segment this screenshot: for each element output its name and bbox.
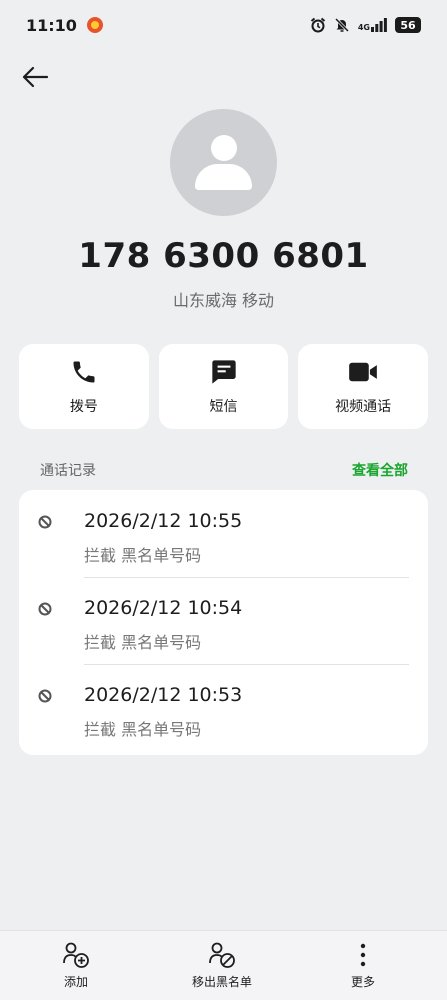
blocked-icon [38,602,52,616]
remove-block-icon [209,942,235,968]
phone-number: 178 6300 6801 [78,236,369,276]
signal-icon: 4G [358,18,387,32]
video-call-label: 视频通话 [335,398,392,415]
status-bar: 11:10 4G 56 [0,0,447,50]
view-all-link[interactable]: 查看全部 [352,460,408,480]
battery-indicator: 56 [395,17,421,33]
number-location: 山东威海 移动 [172,291,275,310]
add-label: 添加 [63,975,88,989]
more-button[interactable]: 更多 [349,941,377,990]
avatar-head [211,135,237,161]
mute-icon [334,17,349,33]
alarm-icon [310,17,325,33]
call-description: 拦截 黑名单号码 [84,633,202,652]
call-time: 2026/2/12 10:53 [84,684,243,706]
blocked-icon [38,689,52,703]
more-label: 更多 [350,975,375,989]
status-indicators: 4G 56 [310,17,421,33]
call-log-title: 通话记录 [40,463,96,479]
avatar [170,109,277,216]
remove-blacklist-label: 移出黑名单 [192,975,253,989]
call-log-list: 2026/2/12 10:55 拦截 黑名单号码 2026/2/12 10:54… [19,490,428,755]
message-label: 短信 [209,398,238,415]
call-log-item[interactable]: 2026/2/12 10:53 拦截 黑名单号码 [38,664,409,751]
phone-icon [73,361,95,382]
video-call-button[interactable]: 视频通话 [298,344,429,429]
back-button[interactable] [18,60,52,94]
status-time: 11:10 [26,15,77,35]
call-button[interactable]: 拨号 [19,344,149,429]
remove-from-blacklist-button[interactable]: 移出黑名单 [192,941,252,990]
action-row: 拨号 短信 视频通话 [19,344,429,429]
add-person-icon [63,942,89,968]
avatar-body [195,164,252,190]
call-log-item[interactable]: 2026/2/12 10:55 拦截 黑名单号码 [38,490,409,577]
message-button[interactable]: 短信 [158,344,289,429]
message-icon [211,359,236,384]
call-label: 拨号 [69,398,98,415]
call-description: 拦截 黑名单号码 [84,546,202,565]
more-vertical-icon [360,943,366,967]
call-log-header: 通话记录 查看全部 [40,460,408,480]
app-notification-icon [86,17,103,33]
network-type: 4G [357,23,370,32]
add-contact-button[interactable]: 添加 [62,941,90,990]
arrow-left-icon [22,66,49,88]
call-description: 拦截 黑名单号码 [84,720,202,739]
bottom-action-bar: 添加 移出黑名单 更多 [0,930,447,1000]
blocked-icon [38,515,52,529]
call-time: 2026/2/12 10:54 [84,597,243,619]
call-log-item[interactable]: 2026/2/12 10:54 拦截 黑名单号码 [38,577,409,664]
video-icon [349,362,378,381]
call-time: 2026/2/12 10:55 [84,510,243,532]
